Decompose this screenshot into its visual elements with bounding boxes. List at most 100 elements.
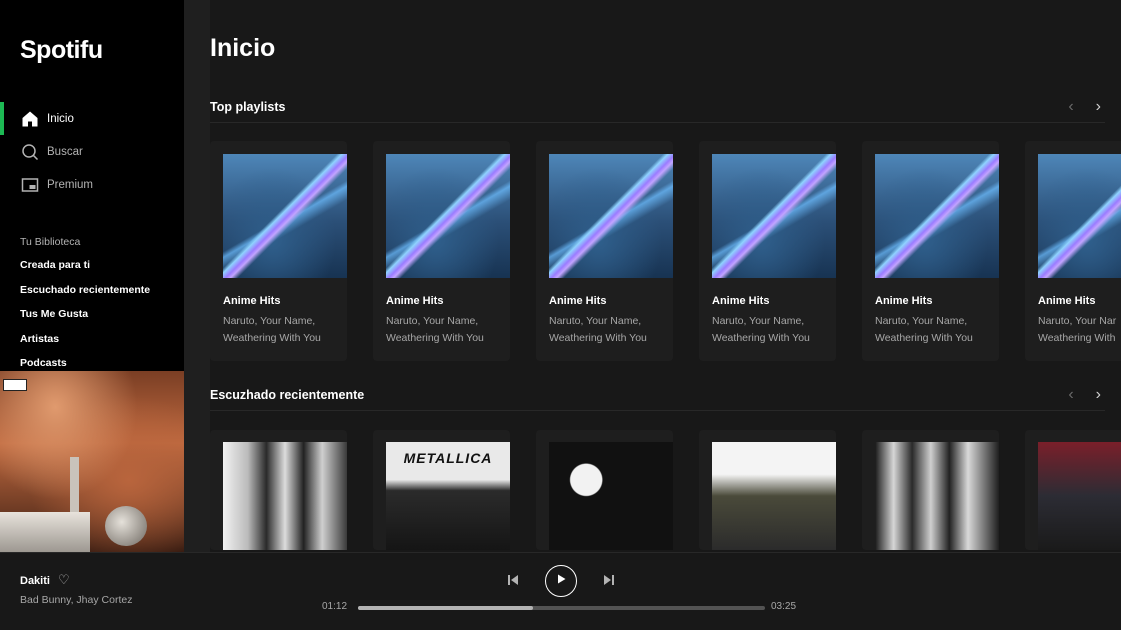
playlist-subtitle: Naruto, Your Name, Weathering With You: [549, 313, 660, 347]
artist-photo: [223, 442, 347, 550]
skip-back-icon: [506, 573, 520, 592]
section-title-recent: Escuzhado recientemente: [210, 388, 365, 402]
current-time: 01:12: [322, 601, 348, 612]
app-window: Spotifu Inicio Buscar Premium Tu Bibliot…: [0, 0, 1121, 630]
chevron-left-icon[interactable]: ‹: [1068, 98, 1073, 116]
top-playlists-arrows: ‹ ›: [1068, 98, 1101, 116]
playlist-card[interactable]: Anime Hits Naruto, Your Name, Weathering …: [210, 141, 347, 361]
library-item-me-gusta[interactable]: Tus Me Gusta: [20, 302, 180, 327]
library-item-creada[interactable]: Creada para ti: [20, 253, 180, 278]
library-item-artistas[interactable]: Artistas: [20, 327, 180, 352]
sidebar-item-inicio[interactable]: Inicio: [0, 102, 184, 135]
playlist-subtitle-line: Naruto, Your Name,: [875, 315, 968, 327]
play-icon: [555, 572, 567, 590]
section-divider: [210, 122, 1105, 123]
track-title[interactable]: Dakiti: [20, 575, 50, 587]
sidebar-item-label: Buscar: [47, 145, 83, 158]
playlist-card[interactable]: Anime Hits Naruto, Your Name, Weathering …: [373, 141, 510, 361]
previous-button[interactable]: [499, 565, 527, 599]
chevron-right-icon[interactable]: ›: [1096, 98, 1101, 116]
playlist-subtitle-line: Naruto, Your Name,: [712, 315, 805, 327]
playlist-subtitle-line: Weathering With: [1038, 332, 1116, 344]
home-icon: [20, 109, 39, 128]
app-logo[interactable]: Spotifu: [20, 36, 103, 65]
cover-helmet: [105, 506, 147, 546]
library-heading: Tu Biblioteca: [20, 236, 81, 248]
playlist-cover: [875, 154, 999, 278]
playlist-subtitle: Naruto, Your Name, Weathering With You: [386, 313, 497, 347]
track-artist[interactable]: Bad Bunny, Jhay Cortez: [20, 594, 132, 606]
explicit-badge: [3, 379, 27, 391]
playlist-cover: [712, 154, 836, 278]
playback-controls: [499, 565, 624, 599]
player-bar: Dakiti ♡ Bad Bunny, Jhay Cortez 01:12 03…: [0, 552, 1121, 630]
section-title-top-playlists: Top playlists: [210, 100, 286, 114]
now-playing-cover-art[interactable]: [0, 371, 184, 552]
playlist-title: Anime Hits: [223, 295, 281, 307]
playlist-card[interactable]: Anime Hits Naruto, Your Name, Weathering …: [536, 141, 673, 361]
artist-photo: [1038, 442, 1121, 550]
playlist-subtitle-line: Weathering With You: [386, 332, 484, 344]
playlist-subtitle-line: Weathering With You: [223, 332, 321, 344]
playlist-subtitle-line: Weathering With You: [712, 332, 810, 344]
top-playlists-row: Anime Hits Naruto, Your Name, Weathering …: [210, 141, 1121, 361]
playlist-title: Anime Hits: [1038, 295, 1096, 307]
progress-bar[interactable]: [358, 606, 765, 610]
playlist-cover: [386, 154, 510, 278]
playlist-subtitle-line: Weathering With You: [549, 332, 647, 344]
playlist-card[interactable]: Anime Hits Naruto, Your Name, Weathering …: [699, 141, 836, 361]
skip-forward-icon: [602, 573, 616, 592]
sidebar-item-buscar[interactable]: Buscar: [0, 135, 184, 168]
playlist-title: Anime Hits: [549, 295, 607, 307]
sidebar-item-label: Inicio: [47, 112, 74, 125]
playlist-title: Anime Hits: [712, 295, 770, 307]
progress-fill: [358, 606, 533, 610]
artist-photo: METALLICA: [386, 442, 510, 550]
recent-card[interactable]: [1025, 430, 1121, 550]
band-logo: METALLICA: [403, 450, 493, 466]
playlist-subtitle: Naruto, Your Nar Weathering With: [1038, 313, 1121, 347]
playlist-subtitle-line: Naruto, Your Nar: [1038, 315, 1117, 327]
premium-icon: [20, 175, 39, 194]
playlist-subtitle-line: Naruto, Your Name,: [386, 315, 479, 327]
recent-card[interactable]: [862, 430, 999, 550]
playlist-subtitle: Naruto, Your Name, Weathering With You: [223, 313, 334, 347]
artist-photo: [549, 442, 673, 550]
playlist-title: Anime Hits: [875, 295, 933, 307]
playlist-subtitle: Naruto, Your Name, Weathering With You: [712, 313, 823, 347]
total-time: 03:25: [771, 601, 797, 612]
playlist-cover: [1038, 154, 1121, 278]
library-item-escuchado[interactable]: Escuchado recientemente: [20, 278, 180, 303]
cover-building: [0, 512, 90, 552]
main-left-gutter: [184, 0, 210, 552]
chevron-left-icon[interactable]: ‹: [1068, 386, 1073, 404]
heart-icon[interactable]: ♡: [58, 572, 70, 588]
search-icon: [20, 142, 39, 161]
recent-card[interactable]: [536, 430, 673, 550]
playlist-card[interactable]: Anime Hits Naruto, Your Name, Weathering …: [862, 141, 999, 361]
chevron-right-icon[interactable]: ›: [1096, 386, 1101, 404]
next-button[interactable]: [595, 565, 623, 599]
page-title: Inicio: [210, 34, 276, 62]
recent-card[interactable]: [699, 430, 836, 550]
sidebar-nav: Inicio Buscar Premium: [0, 102, 184, 201]
sidebar-item-premium[interactable]: Premium: [0, 168, 184, 201]
playlist-subtitle-line: Naruto, Your Name,: [549, 315, 642, 327]
main-content: Inicio Top playlists ‹ › Anime Hits Naru…: [184, 0, 1121, 552]
playlist-title: Anime Hits: [386, 295, 444, 307]
recent-arrows: ‹ ›: [1068, 386, 1101, 404]
playlist-subtitle-line: Naruto, Your Name,: [223, 315, 316, 327]
sidebar: Spotifu Inicio Buscar Premium Tu Bibliot…: [0, 0, 184, 552]
playlist-subtitle-line: Weathering With You: [875, 332, 973, 344]
recent-row: METALLICA: [210, 430, 1121, 550]
sidebar-item-label: Premium: [47, 178, 94, 191]
library-section: Tu Biblioteca Creada para ti Escuchado r…: [20, 232, 180, 376]
section-divider: [210, 410, 1105, 411]
recent-card[interactable]: [210, 430, 347, 550]
playlist-cover: [549, 154, 673, 278]
playlist-card[interactable]: Anime Hits Naruto, Your Nar Weathering Wi…: [1025, 141, 1121, 361]
artist-photo: [875, 442, 999, 550]
recent-card[interactable]: METALLICA: [373, 430, 510, 550]
playlist-subtitle: Naruto, Your Name, Weathering With You: [875, 313, 986, 347]
play-button[interactable]: [545, 565, 577, 597]
